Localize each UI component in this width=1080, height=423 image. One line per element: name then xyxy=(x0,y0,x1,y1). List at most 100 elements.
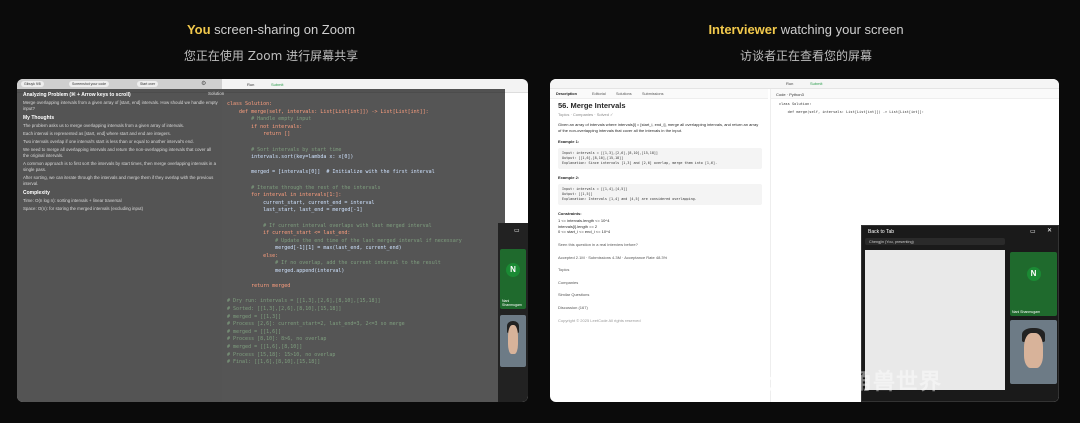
tab-solutions[interactable]: Solutions xyxy=(616,92,632,96)
tag-companies[interactable]: Companies xyxy=(573,112,593,117)
example-1-heading: Example 1: xyxy=(558,139,580,145)
code-line: return [] xyxy=(227,131,291,138)
tab-submissions[interactable]: Submissions xyxy=(642,92,664,96)
caption-zh: 您正在使用 Zoom 进行屏幕共享 xyxy=(183,49,359,63)
example-2-heading: Example 2: xyxy=(558,174,580,180)
solution-code: class Solution: def merge(self, interval… xyxy=(227,101,497,367)
example-2: Input: intervals = [[1,4],[4,5]] Output:… xyxy=(558,183,762,205)
close-icon[interactable]: ✕ xyxy=(1047,227,1052,234)
thought-item: A common approach is to first sort the i… xyxy=(23,161,217,172)
code-line: # If current interval overlaps with last… xyxy=(227,222,432,229)
complexity-heading: Complexity xyxy=(23,190,50,196)
problem-title: 56. Merge Intervals xyxy=(558,101,626,110)
stats: Accepted 2.1M · Submissions 4.3M · Accep… xyxy=(558,254,668,260)
run-button[interactable]: Run xyxy=(786,81,793,86)
code-line: # Sorted: [[1,3],[2,6],[8,10],[15,18]] xyxy=(227,306,342,313)
code-line: # Final: [[1,6],[8,10],[15,18]] xyxy=(227,359,321,366)
overlay-toolbar: Gibuyk 9/8 Screenshot your code Start ov… xyxy=(17,79,222,89)
start-over-pill[interactable]: Start over xyxy=(137,81,159,87)
participant-name: Nani Shanmugam xyxy=(502,299,522,307)
avatar: N xyxy=(1026,267,1041,282)
link-topics[interactable]: Topics xyxy=(558,267,762,273)
toggle-pill[interactable]: Gibuyk 9/8 xyxy=(21,81,44,87)
watermark-b: 独角兽世界 xyxy=(827,370,943,395)
run-button[interactable]: Run xyxy=(247,82,254,87)
screenshot-pill[interactable]: Screenshot your code xyxy=(69,81,110,87)
acceptance-rate: Acceptance Rate 48.3% xyxy=(624,254,668,260)
tag-topics[interactable]: Topics xyxy=(558,112,569,117)
code-line: def merge(self, intervals: List[List[int… xyxy=(779,110,924,114)
code-line: intervals.sort(key=lambda x: x[0]) xyxy=(227,154,354,161)
link-similar[interactable]: Similar Questions xyxy=(558,292,762,298)
code-line: # merged = [[1,6],[8,10]] xyxy=(227,344,303,350)
analysis-desc: Merge overlapping intervals from a given… xyxy=(23,100,218,111)
code-line: class Solution: xyxy=(779,102,812,106)
submit-button[interactable]: Submit xyxy=(271,82,283,87)
code-line: def merge(self, intervals: List[List[int… xyxy=(227,108,429,115)
problem-tabs: Description Editorial Solutions Submissi… xyxy=(550,89,768,99)
thought-item: Each interval is represented as [start, … xyxy=(23,131,171,136)
chat-icon[interactable]: ▭ xyxy=(514,227,520,234)
code-line: return merged xyxy=(227,283,291,290)
thought-item: Two intervals overlap if one interval's … xyxy=(23,139,194,144)
seen-question: Seen this question in a real interview b… xyxy=(558,241,638,247)
link-companies[interactable]: Companies xyxy=(558,280,762,286)
time-complexity: Time: O(n log n): sorting intervals + li… xyxy=(23,198,122,203)
right-screenshot: Run Submit Description Editorial Solutio… xyxy=(550,79,1059,402)
problem-statement: Given an array of intervals where interv… xyxy=(558,122,759,133)
tags: Topics · Companies · Solved ✓ xyxy=(558,111,614,117)
wechat-icon xyxy=(695,366,719,386)
left-screenshot: Run Submit Gibuyk 9/8 Screenshot your co… xyxy=(17,79,528,402)
copyright: Copyright © 2025 LeetCode All rights res… xyxy=(558,317,641,323)
code-line: # Handle empty input xyxy=(227,116,312,123)
participant-tile: N Nani Shanmugam xyxy=(500,249,526,309)
left-caption: You screen-sharing on Zoom 您正在使用 Zoom 进行… xyxy=(121,22,421,64)
tab-editorial[interactable]: Editorial xyxy=(592,92,606,96)
analysis-text: Analyzing Problem (⌘ + Arrow keys to scr… xyxy=(23,89,218,212)
thought-item: We need to merge all overlapping interva… xyxy=(23,147,212,158)
constraints-heading: Constraints: xyxy=(558,210,582,216)
participant-name: Nani Shanmugam xyxy=(1012,310,1041,314)
code-title: Code xyxy=(776,92,786,97)
code-line: merged[-1][1] = max(last_end, current_en… xyxy=(227,245,402,252)
thought-item: The problem asks us to merge overlapping… xyxy=(23,123,185,128)
example-1: Input: intervals = [[1,3],[2,6],[8,10],[… xyxy=(558,147,762,169)
camera-feed xyxy=(1010,320,1057,384)
link-discussion[interactable]: Discussion (167) xyxy=(558,305,762,311)
code-line: # Process [15,18]: 15>10, no overlap xyxy=(227,351,336,358)
thought-item: After sorting, we can iterate through th… xyxy=(23,175,214,186)
right-caption: Interviewer watching your screen 访谈者正在查看… xyxy=(656,22,956,64)
tab-description[interactable]: Description xyxy=(556,92,577,96)
code-line: # Process [2,6]: current_start=2, last_e… xyxy=(227,321,405,328)
caption-highlight: You xyxy=(186,22,211,37)
code-line: # If no overlap, add the current interva… xyxy=(227,260,441,267)
code-line: class Solution: xyxy=(227,101,273,107)
space-complexity: Space: O(n): for storing the merged inte… xyxy=(23,206,144,211)
back-to-tab-button[interactable]: Back to Tab xyxy=(868,229,894,235)
watermark-a: 公众号 xyxy=(728,370,798,395)
code-line: merged.append(interval) xyxy=(227,268,345,275)
problem-description: 56. Merge Intervals Topics · Companies ·… xyxy=(558,101,762,323)
code-line: if current_start <= last_end: xyxy=(227,230,351,237)
accepted-count: Accepted 2.1M xyxy=(558,254,585,260)
submission-count: Submissions 4.3M xyxy=(588,254,621,260)
presenting-label: Chengjin (You, presenting) xyxy=(865,238,1005,245)
code-line: merged = [intervals[0]] # Initialize wit… xyxy=(227,169,435,176)
code-line: last_start, last_end = merged[-1] xyxy=(227,207,363,214)
chat-icon[interactable]: ▭ xyxy=(1030,228,1036,235)
thoughts-heading: My Thoughts xyxy=(23,115,55,121)
caption-zh: 访谈者正在查看您的屏幕 xyxy=(739,49,872,63)
language-select[interactable]: Python3 xyxy=(789,92,804,97)
gear-icon[interactable]: ⚙ xyxy=(201,80,206,87)
participant-tile: N Nani Shanmugam xyxy=(1010,252,1057,316)
submit-button[interactable]: Submit xyxy=(810,81,822,86)
code-line: # Dry run: intervals = [[1,3],[2,6],[8,1… xyxy=(227,298,381,305)
caption-rest: screen-sharing on Zoom xyxy=(210,22,356,37)
code-line: for interval in intervals[1:]: xyxy=(227,192,342,199)
